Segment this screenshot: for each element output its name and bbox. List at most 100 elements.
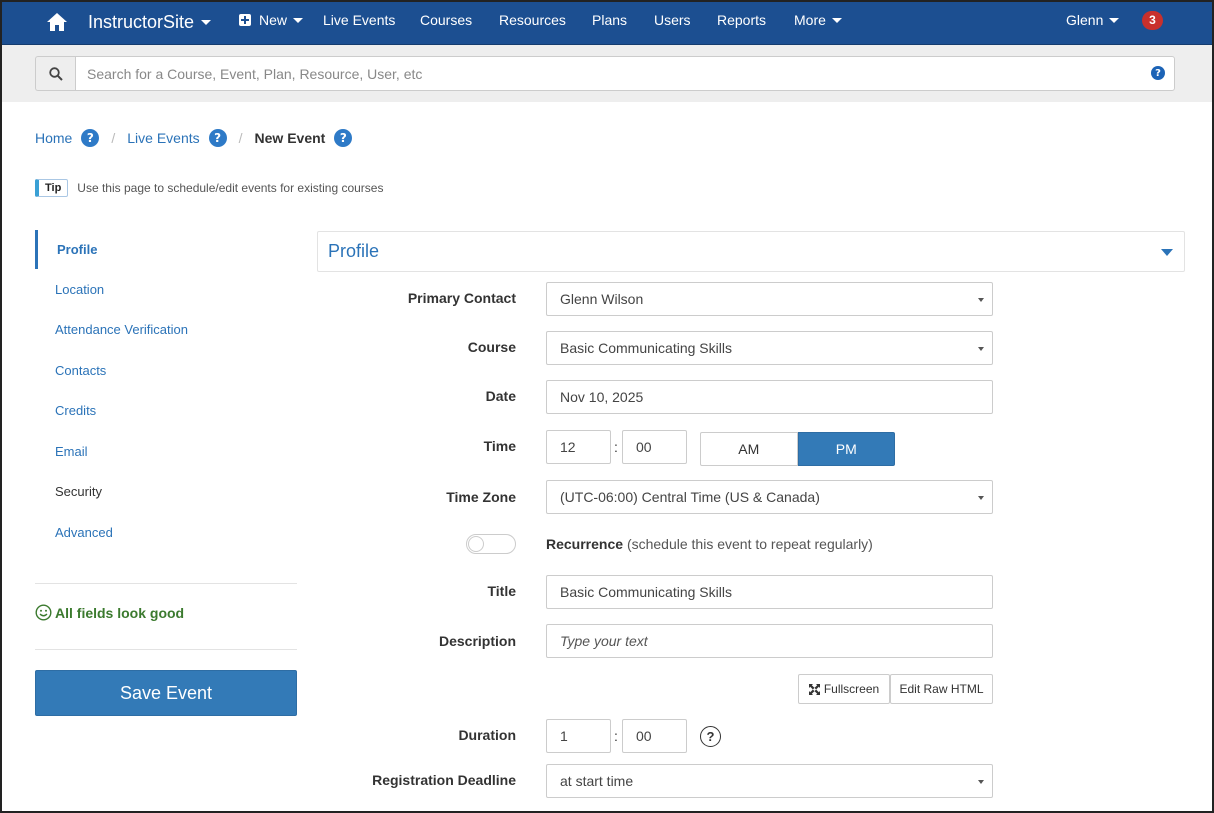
- am-button[interactable]: AM: [700, 432, 798, 466]
- section-nav-security[interactable]: Security: [35, 472, 297, 513]
- section-nav-location[interactable]: Location: [35, 269, 297, 310]
- description-label: Description: [438, 633, 516, 649]
- duration-hours-input[interactable]: 1: [546, 719, 611, 753]
- breadcrumb-home[interactable]: Home: [35, 130, 72, 146]
- question-circle-icon[interactable]: ?: [81, 129, 100, 147]
- duration-minutes-value: 00: [636, 728, 652, 744]
- home-button[interactable]: [42, 0, 72, 45]
- nav-users[interactable]: Users: [654, 0, 691, 40]
- registration-deadline-label: Registration Deadline: [372, 772, 516, 788]
- tip-banner: Tip Use this page to schedule/edit event…: [35, 179, 383, 197]
- am-pm-toggle: AM PM: [700, 432, 895, 466]
- question-circle-icon[interactable]: ?: [334, 129, 353, 147]
- chevron-down-icon[interactable]: [1161, 249, 1173, 256]
- course-value: Basic Communicating Skills: [560, 340, 732, 356]
- duration-help-icon[interactable]: ?: [700, 726, 721, 747]
- title-label: Title: [487, 583, 516, 599]
- duration-separator: :: [614, 728, 618, 744]
- time-zone-value: (UTC-06:00) Central Time (US & Canada): [560, 489, 820, 505]
- section-nav-profile[interactable]: Profile: [35, 230, 297, 269]
- search-input[interactable]: [75, 56, 1175, 91]
- tip-label: Tip: [35, 179, 69, 197]
- divider: [35, 649, 297, 650]
- toggle-knob: [468, 536, 484, 552]
- validation-status-text: All fields look good: [55, 604, 185, 621]
- brand-label: InstructorSite: [88, 11, 195, 32]
- description-placeholder: Type your text: [560, 633, 648, 649]
- breadcrumb-separator: /: [111, 130, 116, 146]
- date-value: Nov 10, 2025: [560, 389, 644, 405]
- date-input[interactable]: Nov 10, 2025: [546, 380, 993, 414]
- new-label: New: [259, 12, 288, 28]
- primary-contact-label: Primary Contact: [407, 290, 516, 306]
- time-separator: :: [614, 439, 618, 455]
- pm-button[interactable]: PM: [797, 432, 895, 466]
- top-navbar: InstructorSite New Live Events Courses R…: [0, 0, 1214, 45]
- recurrence-text: Recurrence (schedule this event to repea…: [546, 536, 873, 552]
- more-menu[interactable]: More: [794, 0, 842, 40]
- section-nav-advanced[interactable]: Advanced: [35, 512, 297, 553]
- registration-deadline-value: at start time: [560, 773, 634, 789]
- search-button[interactable]: [35, 56, 75, 91]
- plus-square-icon: [239, 14, 251, 26]
- nav-reports[interactable]: Reports: [717, 0, 766, 40]
- time-hour-input[interactable]: 12: [546, 430, 611, 464]
- breadcrumb-separator: /: [238, 130, 243, 146]
- time-hour-value: 12: [560, 439, 576, 455]
- chevron-down-icon: [1109, 17, 1120, 23]
- search-icon: [48, 66, 63, 81]
- primary-contact-value: Glenn Wilson: [560, 291, 644, 307]
- duration-minutes-input[interactable]: 00: [622, 719, 687, 753]
- breadcrumb-live-events[interactable]: Live Events: [127, 130, 199, 146]
- chevron-down-icon: [831, 17, 842, 23]
- time-zone-label: Time Zone: [446, 489, 516, 505]
- nav-plans[interactable]: Plans: [592, 0, 627, 40]
- breadcrumb: Home ? / Live Events ? / New Event ?: [35, 129, 353, 147]
- brand-menu[interactable]: InstructorSite: [88, 11, 212, 33]
- question-circle-icon[interactable]: ?: [208, 129, 227, 147]
- divider: [35, 583, 297, 584]
- notifications-badge[interactable]: 3: [1142, 11, 1163, 30]
- section-nav: Profile Location Attendance Verification…: [35, 230, 297, 553]
- save-event-button[interactable]: Save Event: [35, 670, 297, 716]
- smile-icon: [35, 604, 52, 621]
- breadcrumb-current: New Event: [254, 130, 326, 146]
- course-select[interactable]: Basic Communicating Skills: [546, 331, 993, 365]
- user-name: Glenn: [1066, 12, 1104, 28]
- title-input[interactable]: Basic Communicating Skills: [546, 575, 993, 609]
- primary-contact-select[interactable]: Glenn Wilson: [546, 282, 993, 316]
- nav-resources[interactable]: Resources: [499, 0, 566, 40]
- section-nav-credits[interactable]: Credits: [35, 391, 297, 432]
- nav-live-events[interactable]: Live Events: [323, 0, 395, 40]
- section-nav-contacts[interactable]: Contacts: [35, 350, 297, 391]
- user-menu[interactable]: Glenn: [1066, 0, 1120, 40]
- registration-deadline-select[interactable]: at start time: [546, 764, 993, 798]
- description-editor[interactable]: Type your text: [546, 624, 993, 658]
- chevron-down-icon: [293, 17, 304, 23]
- expand-icon: [808, 683, 820, 695]
- course-label: Course: [467, 339, 516, 355]
- tip-text: Use this page to schedule/edit events fo…: [77, 181, 384, 195]
- question-circle-icon[interactable]: ?: [1151, 66, 1165, 80]
- recurrence-hint: (schedule this event to repeat regularly…: [626, 536, 873, 552]
- section-nav-attendance-verification[interactable]: Attendance Verification: [35, 310, 297, 351]
- duration-label: Duration: [458, 727, 516, 743]
- more-label: More: [794, 12, 826, 28]
- profile-panel-header[interactable]: Profile: [317, 231, 1185, 272]
- search-bar-area: ?: [0, 45, 1214, 102]
- section-nav-email[interactable]: Email: [35, 431, 297, 472]
- title-value: Basic Communicating Skills: [560, 584, 732, 600]
- edit-raw-html-button[interactable]: Edit Raw HTML: [890, 674, 993, 704]
- fullscreen-button[interactable]: Fullscreen: [798, 674, 890, 704]
- time-minute-input[interactable]: 00: [622, 430, 687, 464]
- recurrence-label: Recurrence: [546, 536, 624, 552]
- recurrence-toggle[interactable]: [466, 534, 516, 554]
- nav-courses[interactable]: Courses: [420, 0, 472, 40]
- home-icon: [47, 13, 67, 31]
- new-menu[interactable]: New: [239, 0, 304, 40]
- time-minute-value: 00: [636, 439, 652, 455]
- duration-hours-value: 1: [560, 728, 568, 744]
- time-zone-select[interactable]: (UTC-06:00) Central Time (US & Canada): [546, 480, 993, 514]
- validation-status: All fields look good: [35, 604, 184, 621]
- chevron-down-icon: [201, 19, 212, 25]
